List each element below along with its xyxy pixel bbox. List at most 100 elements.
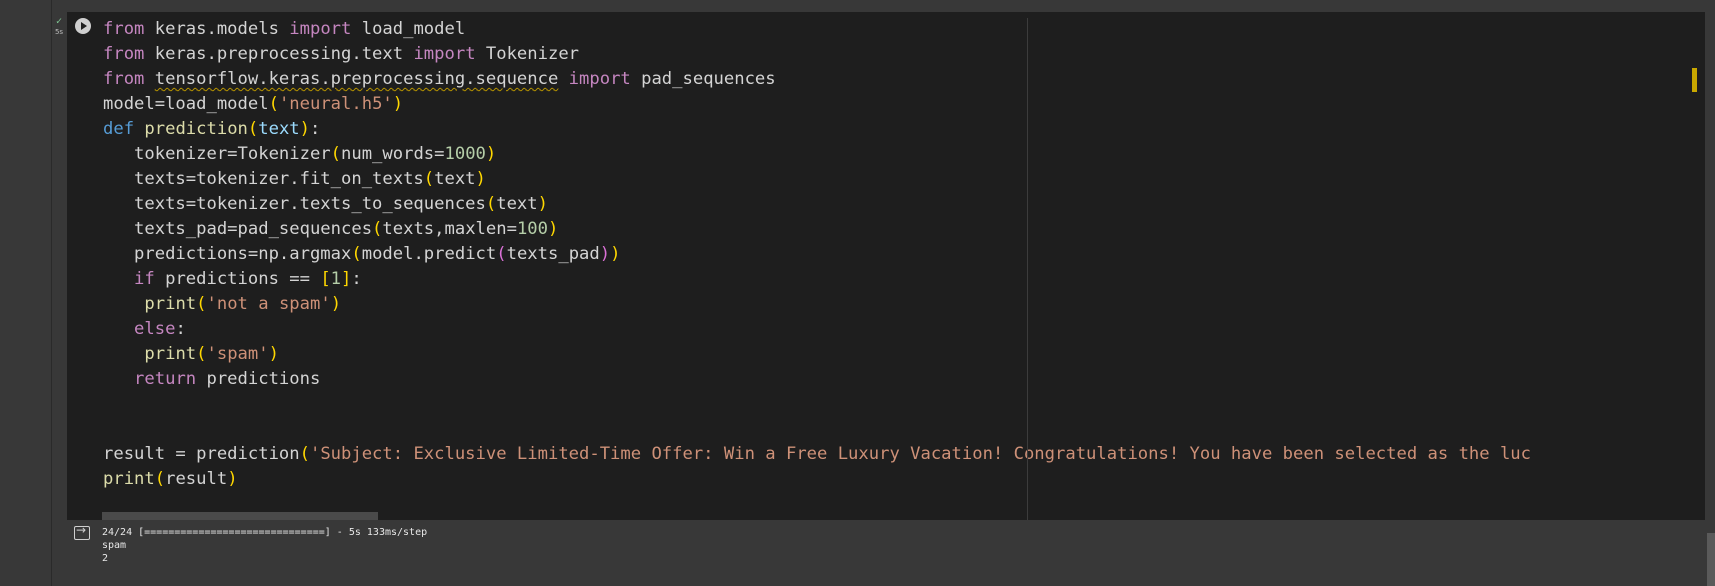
code-token: texts,maxlen= <box>382 219 517 239</box>
code-token: load_model <box>361 19 466 39</box>
code-token: 'neural.h5' <box>278 94 393 114</box>
code-token: return <box>134 369 207 389</box>
code-token: from <box>103 19 155 39</box>
code-line: def prediction(text): <box>103 117 1531 142</box>
code-token: ] <box>341 269 352 289</box>
code-token: ) <box>547 219 559 239</box>
code-token: def <box>103 119 145 139</box>
top-strip <box>52 0 1715 11</box>
code-token: 'spam' <box>206 344 269 364</box>
execution-duration: 5s <box>54 28 64 36</box>
code-line: return predictions <box>103 367 1531 392</box>
code-token: keras.preprocessing.text <box>154 44 414 64</box>
code-token: ( <box>485 194 497 214</box>
code-token: ) <box>610 244 621 264</box>
code-token: ( <box>196 344 207 364</box>
horizontal-scrollbar[interactable] <box>102 512 378 520</box>
code-token: if <box>134 269 166 289</box>
output-redirect-icon[interactable] <box>74 523 90 540</box>
left-gutter <box>0 0 52 586</box>
code-token: ( <box>423 169 435 189</box>
code-token: ) <box>392 94 404 114</box>
execution-status: ✓ 5s <box>53 17 65 39</box>
code-token: ) <box>475 169 486 189</box>
output-text: 24/24 [==============================] -… <box>102 526 427 565</box>
code-token: from <box>103 44 155 64</box>
code-token: 100 <box>516 219 548 239</box>
code-token: ) <box>485 144 497 164</box>
check-icon: ✓ <box>55 16 63 27</box>
code-editor[interactable]: from keras.models import load_modelfrom … <box>103 17 1531 492</box>
cell-output: 24/24 [==============================] -… <box>67 520 1705 586</box>
code-line: tokenizer=Tokenizer(num_words=1000) <box>103 142 1531 167</box>
code-token: print <box>144 344 197 364</box>
code-token: keras.models <box>154 19 290 39</box>
code-token: model.predict <box>361 244 497 264</box>
code-token: print <box>103 469 155 489</box>
code-token: ) <box>299 119 311 139</box>
code-line: predictions=np.argmax(model.predict(text… <box>103 242 1531 267</box>
code-line: from keras.preprocessing.text import Tok… <box>103 42 1531 67</box>
code-token: ( <box>154 469 166 489</box>
code-line: if predictions == [1]: <box>103 267 1531 292</box>
code-token: predictions <box>206 369 321 389</box>
code-token: texts_pad <box>506 244 600 264</box>
code-line: texts_pad=pad_sequences(texts,maxlen=100… <box>103 217 1531 242</box>
code-line: print('not a spam') <box>103 292 1531 317</box>
code-token: ( <box>351 244 362 264</box>
code-token: 'Subject: Exclusive Limited-Time Offer: … <box>309 444 1532 464</box>
code-token: import <box>289 19 362 39</box>
editor-ruler <box>1027 18 1028 520</box>
code-token: text <box>496 194 538 214</box>
code-token: ( <box>330 144 342 164</box>
scrollbar-warning-marker <box>1692 68 1697 92</box>
output-line: spam <box>102 540 127 551</box>
code-line: texts=tokenizer.texts_to_sequences(text) <box>103 192 1531 217</box>
code-token: ( <box>268 94 279 114</box>
code-token: from <box>103 69 155 89</box>
run-cell-button[interactable] <box>75 18 91 34</box>
code-cell[interactable]: from keras.models import load_modelfrom … <box>67 12 1705 520</box>
code-token: ( <box>496 244 507 264</box>
code-line: result = prediction('Subject: Exclusive … <box>103 442 1531 467</box>
code-token: 'not a spam' <box>206 294 331 314</box>
code-token: [ <box>320 269 331 289</box>
code-token: pad_sequences <box>641 69 776 89</box>
page-scrollbar[interactable] <box>1707 533 1715 586</box>
code-line: print('spam') <box>103 342 1531 367</box>
code-token: tensorflow.keras.preprocessing.sequence <box>154 69 559 89</box>
code-token: 1000 <box>444 144 486 164</box>
code-token: text <box>258 119 300 139</box>
code-token: import <box>413 44 486 64</box>
code-token: ) <box>268 344 279 364</box>
code-token: : <box>310 119 321 139</box>
code-line: print(result) <box>103 467 1531 492</box>
code-line: texts=tokenizer.fit_on_texts(text) <box>103 167 1531 192</box>
code-token: model=load_model <box>103 94 269 114</box>
code-token: predictions=np.argmax <box>103 244 352 264</box>
code-token: ( <box>372 219 383 239</box>
code-token: tokenizer=Tokenizer <box>103 144 331 164</box>
code-token: ( <box>196 294 207 314</box>
code-token: texts_pad=pad_sequences <box>103 219 373 239</box>
code-token: print <box>144 294 197 314</box>
code-token: prediction <box>144 119 248 139</box>
code-token: ) <box>330 294 342 314</box>
code-token: ) <box>599 244 611 264</box>
code-token: text <box>434 169 476 189</box>
code-token: result <box>165 469 228 489</box>
output-line: 2 <box>102 553 109 564</box>
code-token: : <box>351 269 362 289</box>
code-token: texts=tokenizer.fit_on_texts <box>103 169 424 189</box>
code-token: Tokenizer <box>485 44 580 64</box>
code-token: import <box>568 69 642 89</box>
code-token: ( <box>247 119 259 139</box>
code-token: ( <box>299 444 310 464</box>
code-line: model=load_model('neural.h5') <box>103 92 1531 117</box>
